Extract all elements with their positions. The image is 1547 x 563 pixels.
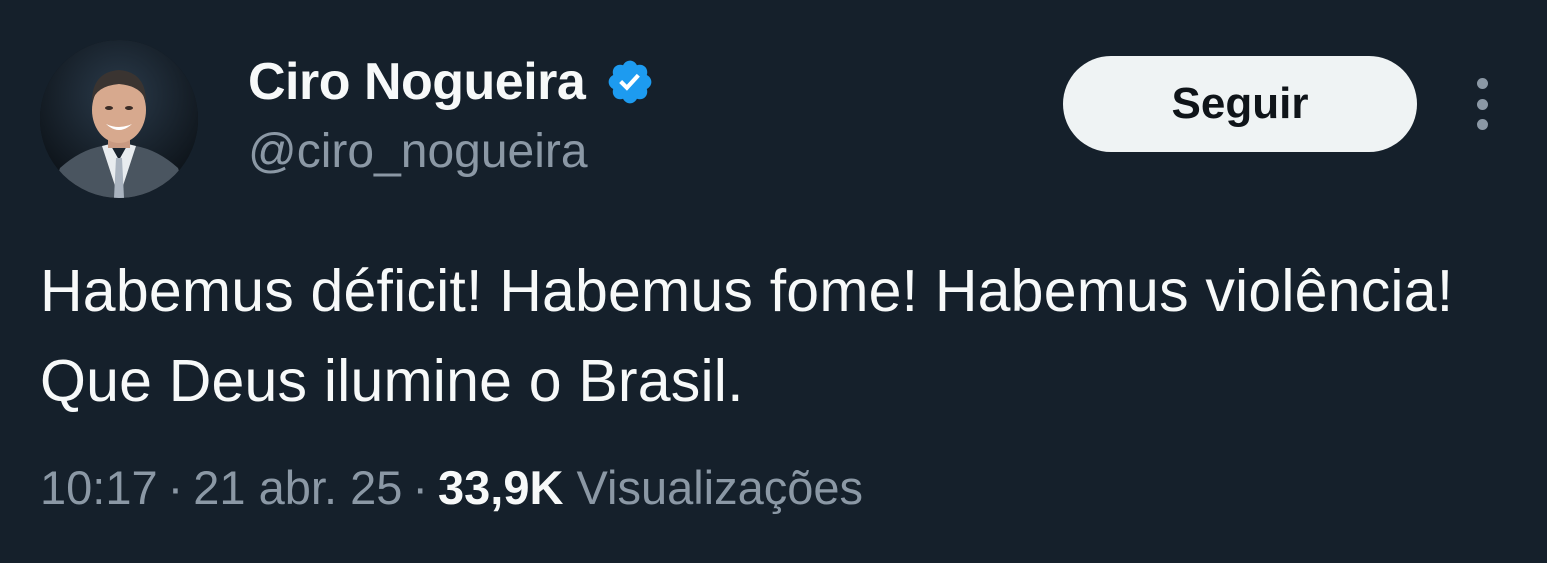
tweet-metadata: 10:17 · 21 abr. 25 · 33,9K Visualizações [40, 460, 863, 515]
separator: · [167, 461, 184, 514]
follow-button[interactable]: Seguir [1063, 56, 1417, 152]
handle[interactable]: @ciro_nogueira [248, 124, 655, 179]
separator: · [412, 461, 429, 514]
views-count[interactable]: 33,9K [438, 461, 563, 514]
display-name[interactable]: Ciro Nogueira [248, 52, 586, 112]
name-row: Ciro Nogueira [248, 52, 655, 112]
tweet-text: Habemus déficit! Habemus fome! Habemus v… [40, 258, 1454, 414]
more-vertical-icon[interactable] [1458, 72, 1506, 136]
tweet-card: Ciro Nogueira @ciro_nogueira Seguir Habe… [0, 0, 1547, 563]
views-label: Visualizações [576, 461, 864, 514]
verified-badge-icon [605, 57, 655, 107]
avatar[interactable] [40, 40, 198, 198]
tweet-date[interactable]: 21 abr. 25 [193, 461, 402, 514]
tweet-time[interactable]: 10:17 [40, 461, 158, 514]
author-info: Ciro Nogueira @ciro_nogueira [248, 52, 655, 179]
avatar-photo [40, 40, 198, 198]
